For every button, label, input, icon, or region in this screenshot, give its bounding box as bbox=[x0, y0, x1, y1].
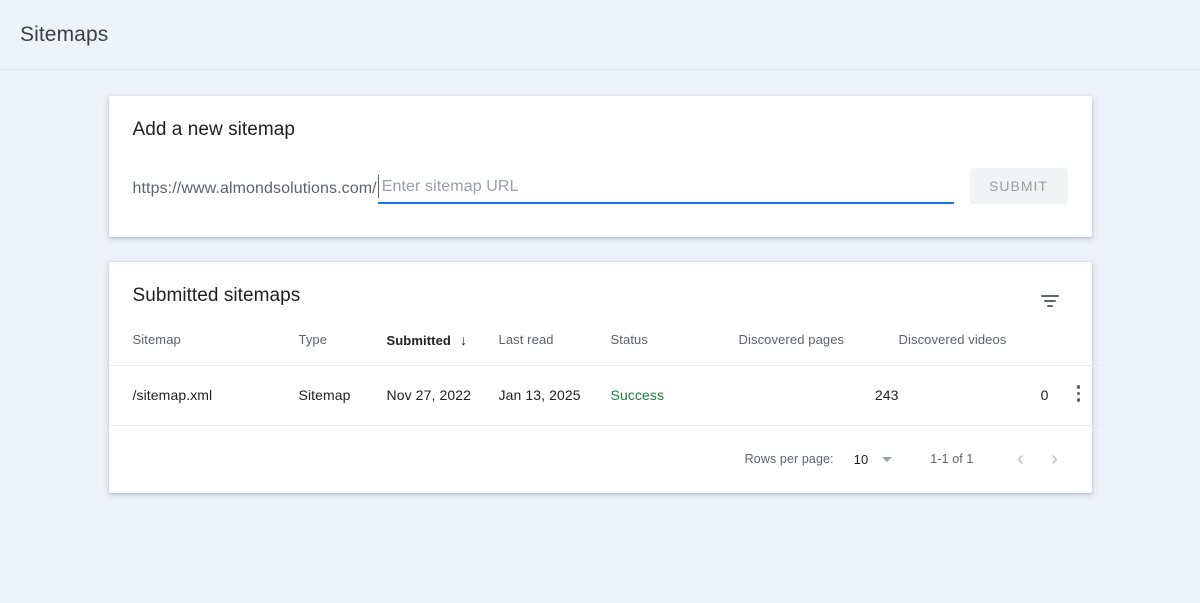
sort-descending-icon: ↓ bbox=[459, 331, 468, 348]
rows-per-page-select[interactable]: 10 bbox=[854, 452, 893, 467]
page-content: Add a new sitemap https://www.almondsolu… bbox=[0, 70, 1200, 493]
column-header-discovered-videos[interactable]: Discovered videos bbox=[899, 329, 1049, 365]
sitemap-url-input[interactable] bbox=[377, 178, 954, 196]
column-header-last-read[interactable]: Last read bbox=[499, 329, 611, 365]
column-header-status[interactable]: Status bbox=[611, 329, 739, 365]
cell-status: Success bbox=[610, 364, 739, 426]
sitemaps-table-head: Sitemap Type Submitted ↓ Last read Status… bbox=[109, 329, 1105, 365]
table-pagination: Rows per page: 10 1-1 of 1 ‹ › bbox=[109, 426, 1092, 493]
page-title: Sitemaps bbox=[20, 22, 109, 46]
submitted-sitemaps-header: Submitted sitemaps bbox=[109, 262, 1092, 329]
site-url-prefix: https://www.almondsolutions.com/ bbox=[132, 180, 377, 197]
pagination-range-label: 1-1 of 1 bbox=[930, 452, 974, 466]
cell-discovered-pages: 243 bbox=[738, 364, 899, 426]
column-header-sitemap[interactable]: Sitemap bbox=[109, 329, 299, 365]
more-vert-icon[interactable] bbox=[1068, 385, 1086, 402]
cell-submitted: Nov 27, 2022 bbox=[386, 364, 499, 426]
column-header-actions bbox=[1049, 329, 1105, 365]
app-header: Sitemaps bbox=[0, 0, 1200, 70]
filter-icon[interactable] bbox=[1038, 289, 1062, 313]
table-header-row: Sitemap Type Submitted ↓ Last read Status… bbox=[109, 329, 1105, 365]
status-badge: Success bbox=[610, 387, 665, 403]
sitemaps-table: Sitemap Type Submitted ↓ Last read Status… bbox=[108, 329, 1105, 426]
add-sitemap-card: Add a new sitemap https://www.almondsolu… bbox=[108, 96, 1092, 237]
add-sitemap-form: https://www.almondsolutions.com/ SUBMIT bbox=[133, 168, 1068, 204]
table-row[interactable]: /sitemap.xml Sitemap Nov 27, 2022 Jan 13… bbox=[108, 364, 1105, 426]
sitemap-url-field[interactable] bbox=[377, 175, 954, 204]
cell-last-read: Jan 13, 2025 bbox=[498, 364, 611, 426]
column-header-discovered-pages[interactable]: Discovered pages bbox=[739, 329, 899, 365]
rows-per-page-value: 10 bbox=[853, 451, 869, 467]
add-sitemap-title: Add a new sitemap bbox=[132, 119, 295, 140]
column-header-submitted[interactable]: Submitted ↓ bbox=[387, 329, 499, 365]
submitted-sitemaps-card: Submitted sitemaps Sitemap Type Submitte… bbox=[108, 262, 1105, 493]
submitted-sitemaps-title: Submitted sitemaps bbox=[132, 285, 301, 306]
next-page-button[interactable]: › bbox=[1038, 442, 1072, 476]
cell-type: Sitemap bbox=[298, 364, 387, 426]
column-header-type[interactable]: Type bbox=[299, 329, 387, 365]
cell-actions bbox=[1048, 364, 1105, 426]
submit-button[interactable]: SUBMIT bbox=[969, 168, 1068, 204]
sitemaps-table-body: /sitemap.xml Sitemap Nov 27, 2022 Jan 13… bbox=[108, 364, 1105, 426]
previous-page-button[interactable]: ‹ bbox=[1004, 442, 1038, 476]
chevron-down-icon bbox=[882, 456, 893, 462]
rows-per-page-label: Rows per page: bbox=[744, 452, 834, 466]
cell-sitemap[interactable]: /sitemap.xml bbox=[108, 364, 299, 426]
column-header-submitted-label: Submitted bbox=[386, 332, 451, 348]
text-caret bbox=[377, 175, 379, 198]
cell-discovered-videos: 0 bbox=[898, 364, 1049, 426]
